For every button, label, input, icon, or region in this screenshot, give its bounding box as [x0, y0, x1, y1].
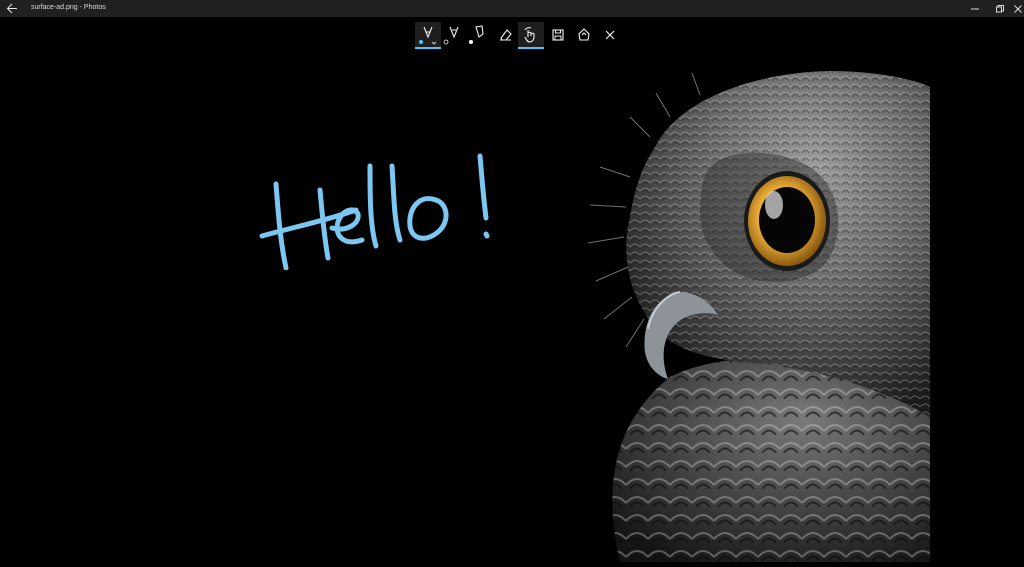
ballpoint-pen-tool[interactable] — [415, 22, 441, 49]
eraser-icon — [500, 29, 512, 41]
restore-icon — [996, 5, 1004, 13]
back-arrow-icon — [6, 3, 17, 14]
handwriting-ink — [259, 153, 490, 270]
owl-image — [587, 71, 930, 562]
ballpoint-pen-icon — [419, 26, 437, 45]
window-title: surface-ad.png - Photos — [31, 4, 106, 11]
back-button[interactable] — [6, 3, 18, 14]
touch-writing-tool[interactable] — [518, 22, 544, 49]
close-ink-tool[interactable] — [597, 22, 623, 48]
share-icon — [578, 28, 590, 41]
calligraphy-pen-tool[interactable] — [467, 22, 493, 48]
calligraphy-pen-icon — [469, 25, 484, 44]
minimize-button[interactable] — [963, 0, 987, 17]
save-copy-icon — [552, 29, 564, 41]
pencil-tool[interactable] — [441, 22, 467, 48]
title-bar: surface-ad.png - Photos — [0, 0, 1024, 17]
close-icon — [605, 30, 615, 40]
owl-photo — [560, 57, 930, 562]
close-window-button[interactable] — [1006, 0, 1024, 17]
close-window-icon — [1014, 5, 1022, 13]
save-copy-tool[interactable] — [545, 22, 571, 48]
pencil-icon — [443, 26, 459, 45]
minimize-icon — [971, 8, 979, 10]
touch-writing-icon — [524, 27, 535, 43]
eraser-tool[interactable] — [493, 22, 519, 48]
share-tool[interactable] — [571, 22, 597, 48]
